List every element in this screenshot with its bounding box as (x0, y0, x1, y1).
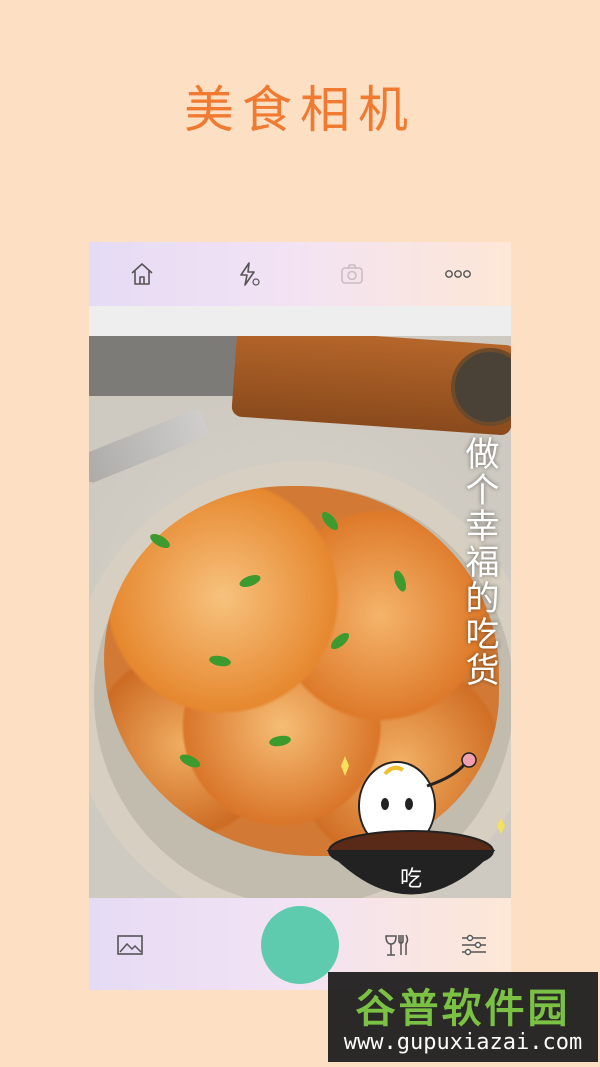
flash-icon[interactable] (233, 259, 263, 289)
top-toolbar (89, 242, 511, 306)
watermark-url: www.gupuxiazai.com (343, 1030, 583, 1055)
watermark: 谷普软件园 www.gupuxiazai.com (328, 972, 598, 1062)
food-mode-icon[interactable] (381, 930, 411, 960)
background-shadow (89, 336, 239, 396)
switch-camera-icon[interactable] (337, 259, 367, 289)
home-icon[interactable] (127, 259, 157, 289)
sticker-text: 做个幸福的吃货 (459, 436, 499, 688)
fork (89, 407, 210, 485)
gallery-icon[interactable] (115, 930, 145, 960)
mascot-label: 吃 (400, 867, 422, 892)
settings-sliders-icon[interactable] (459, 930, 489, 960)
camera-viewfinder[interactable]: 做个幸福的吃货 吃 (89, 336, 511, 898)
watermark-title: 谷普软件园 (355, 986, 571, 1032)
promo-title: 美食相机 (184, 81, 416, 139)
app-screen: 做个幸福的吃货 吃 (89, 242, 511, 990)
preview-top-strip (89, 306, 511, 336)
more-icon[interactable] (443, 259, 473, 289)
mascot-sticker: 吃 (327, 752, 505, 895)
